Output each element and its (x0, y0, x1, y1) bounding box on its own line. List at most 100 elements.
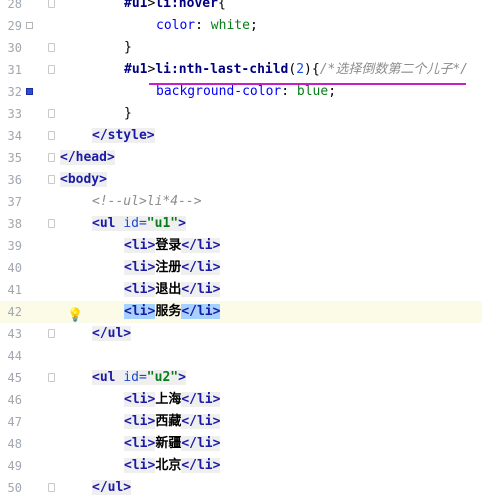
code-text: <li>西藏</li> (124, 411, 221, 433)
code-text: </style> (92, 125, 155, 147)
line-number: 29 (7, 19, 22, 33)
code-token: } (124, 106, 132, 121)
line-number: 40 (7, 261, 22, 275)
line-number: 28 (7, 0, 22, 11)
code-token: <li> (124, 282, 156, 297)
code-line[interactable]: 28 #u1>li:hover{ (0, 0, 482, 15)
code-line[interactable]: 37 <!--ul>li*4--> (0, 191, 482, 213)
fold-marker-icon[interactable] (48, 219, 55, 228)
code-token: ; (249, 18, 258, 33)
line-number: 46 (7, 393, 22, 407)
code-line[interactable]: 30} (0, 37, 482, 59)
code-token: } (124, 40, 132, 55)
code-token: { (217, 0, 226, 11)
code-token: </head> (60, 150, 115, 165)
fold-marker-icon[interactable] (48, 483, 55, 492)
color-swatch-icon[interactable] (26, 88, 33, 95)
code-token: color (156, 18, 196, 33)
line-number: 33 (7, 107, 22, 121)
code-token: : (195, 18, 211, 33)
code-token: > (178, 216, 186, 231)
code-line[interactable]: 46 <li>上海</li> (0, 389, 482, 411)
line-number: 43 (7, 327, 22, 341)
code-line[interactable]: 33} (0, 103, 482, 125)
code-line[interactable]: 50 </ul> (0, 477, 482, 499)
fold-marker-icon[interactable] (48, 65, 55, 74)
line-number: 48 (7, 437, 22, 451)
code-text: #u1>li:nth-last-child(2){/*选择倒数第二个儿子*/ (124, 59, 468, 81)
code-token: </style> (92, 128, 155, 143)
code-token: /*选择倒数第二个儿子*/ (319, 62, 468, 77)
code-token: li (155, 62, 171, 77)
line-number: 39 (7, 239, 22, 253)
code-token: { (311, 62, 320, 77)
code-line[interactable]: 48 <li>新疆</li> (0, 433, 482, 455)
code-line[interactable]: 43 </ul> (0, 323, 482, 345)
line-number: 32 (7, 85, 22, 99)
code-token: > (178, 370, 186, 385)
code-line[interactable]: 40 <li>注册</li> (0, 257, 482, 279)
line-number: 50 (7, 481, 22, 495)
code-text: </ul> (92, 323, 132, 345)
code-line[interactable]: 31 #u1>li:nth-last-child(2){/*选择倒数第二个儿子*/ (0, 59, 482, 81)
code-text: <ul id="u1"> (92, 213, 186, 235)
code-line[interactable]: 39 <li>登录</li> (0, 235, 482, 257)
line-number: 31 (7, 63, 22, 77)
code-token: background-color (156, 84, 282, 99)
code-text: } (124, 37, 132, 59)
fold-marker-icon[interactable] (48, 373, 55, 382)
code-text: <li>北京</li> (124, 455, 221, 477)
code-token: <body> (60, 172, 107, 187)
code-line[interactable]: 36 <body> (0, 169, 482, 191)
code-token: #u1 (124, 0, 148, 11)
fold-marker-icon[interactable] (48, 175, 55, 184)
code-token: ; (328, 84, 337, 99)
fold-marker-icon[interactable] (48, 153, 55, 162)
line-number: 49 (7, 459, 22, 473)
line-number: 41 (7, 283, 22, 297)
code-token: <li> (124, 414, 156, 429)
code-token: 上海 (155, 392, 182, 407)
line-number: 35 (7, 151, 22, 165)
fold-marker-icon[interactable] (48, 109, 55, 118)
code-token: "u2" (146, 370, 179, 385)
code-line[interactable]: 42 💡 <li>服务</li> (0, 301, 482, 323)
code-line[interactable]: 44 (0, 345, 482, 367)
code-line[interactable]: 47 <li>西藏</li> (0, 411, 482, 433)
code-token: 2 (296, 62, 305, 77)
code-token: </li> (181, 238, 221, 253)
fold-marker-icon[interactable] (48, 131, 55, 140)
code-token: 退出 (155, 282, 182, 297)
code-token: </li> (181, 414, 221, 429)
code-token: </li> (181, 436, 221, 451)
fold-marker-icon[interactable] (48, 0, 55, 8)
code-text: <li>服务</li> (124, 301, 221, 323)
code-token: white (210, 18, 250, 33)
code-token: ) (304, 62, 312, 77)
code-token: </li> (181, 282, 221, 297)
code-token: <ul (92, 370, 124, 385)
code-token: 服务 (155, 304, 182, 319)
code-line[interactable]: 38 <ul id="u1"> (0, 213, 482, 235)
fold-marker-icon[interactable] (48, 329, 55, 338)
code-line[interactable]: 49 <li>北京</li> (0, 455, 482, 477)
color-swatch-icon[interactable] (26, 22, 33, 29)
code-line[interactable]: 34 </style> (0, 125, 482, 147)
code-token: nth-last-child (178, 62, 289, 77)
code-token: id= (123, 370, 147, 385)
fold-marker-icon[interactable] (48, 43, 55, 52)
code-editor[interactable]: 28 #u1>li:hover{29 color: white; 30} 31 #u1>l… (0, 0, 482, 495)
code-text: </ul> (92, 477, 132, 499)
code-text: <li>登录</li> (124, 235, 221, 257)
code-line[interactable]: 35 </head> (0, 147, 482, 169)
code-text: <li>退出</li> (124, 279, 221, 301)
code-token: <li> (124, 458, 156, 473)
code-line[interactable]: 29 color: white; (0, 15, 482, 37)
code-token: </ul> (92, 480, 132, 495)
code-token: <li> (124, 436, 156, 451)
code-token: : (281, 84, 297, 99)
code-line[interactable]: 41 <li>退出</li> (0, 279, 482, 301)
code-token: <!--ul>li*4--> (92, 194, 202, 209)
code-text: <!--ul>li*4--> (92, 191, 202, 213)
code-line[interactable]: 45 <ul id="u2"> (0, 367, 482, 389)
